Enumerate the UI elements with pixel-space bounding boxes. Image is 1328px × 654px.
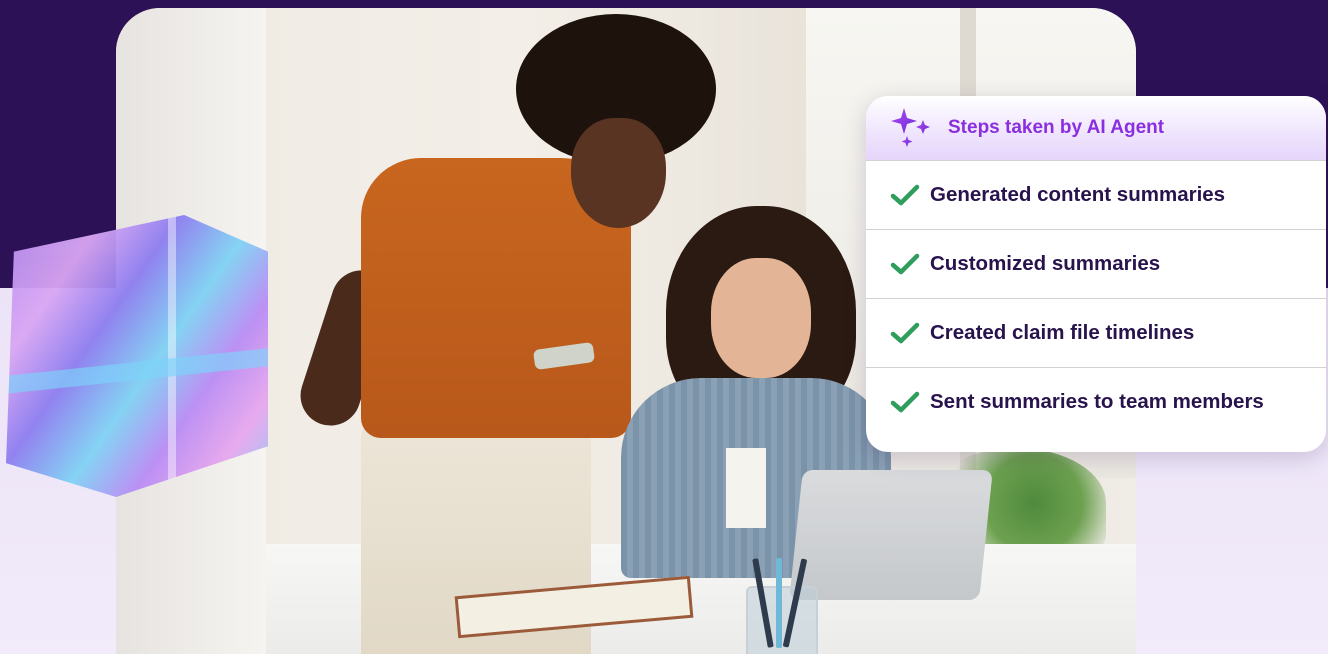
checkmark-icon bbox=[890, 253, 920, 275]
card-title: Steps taken by AI Agent bbox=[948, 117, 1165, 138]
checkmark-icon bbox=[890, 322, 920, 344]
card-header: Steps taken by AI Agent bbox=[866, 96, 1326, 160]
step-label: Created claim file timelines bbox=[930, 321, 1195, 344]
step-label: Customized summaries bbox=[930, 252, 1161, 275]
pen-cup bbox=[746, 558, 818, 654]
step-item: Created claim file timelines bbox=[866, 298, 1326, 367]
step-label: Sent summaries to team members bbox=[930, 390, 1264, 413]
laptop bbox=[789, 470, 993, 600]
glass-cube-graphic bbox=[6, 215, 268, 497]
step-label: Generated content summaries bbox=[930, 183, 1226, 206]
step-item: Sent summaries to team members bbox=[866, 367, 1326, 436]
step-item: Customized summaries bbox=[866, 229, 1326, 298]
sparkles-icon bbox=[891, 108, 930, 147]
person-standing-face bbox=[571, 118, 666, 228]
person-seated-shirt bbox=[726, 448, 766, 528]
step-item: Generated content summaries bbox=[866, 160, 1326, 229]
person-seated-face bbox=[711, 258, 811, 378]
checkmark-icon bbox=[890, 184, 920, 206]
checkmark-icon bbox=[890, 391, 920, 413]
ai-agent-steps-card: Steps taken by AI Agent Generated conten… bbox=[866, 96, 1326, 452]
